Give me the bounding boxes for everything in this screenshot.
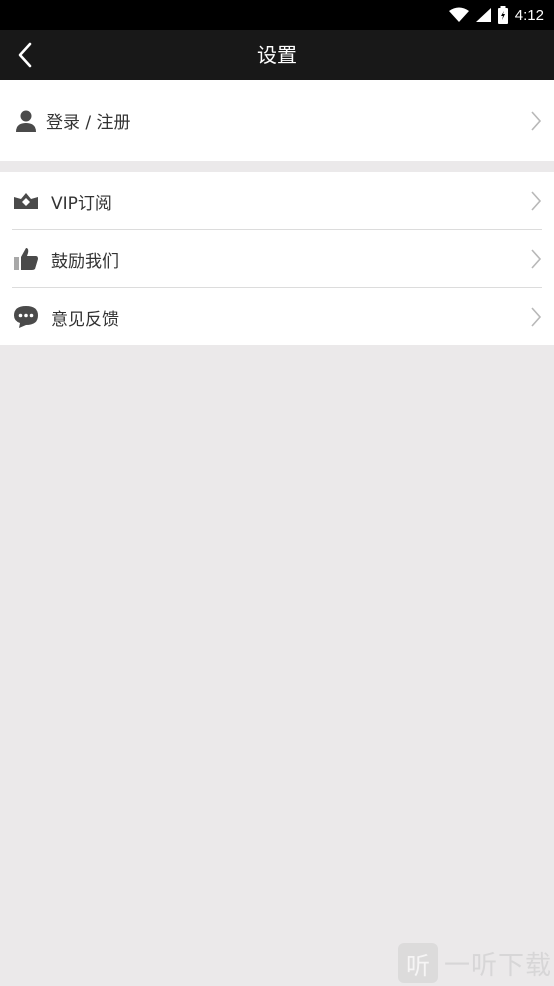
wifi-icon	[448, 7, 469, 22]
thumbs-up-icon	[12, 245, 40, 273]
battery-icon	[497, 6, 508, 24]
menu-item-feedback[interactable]: 意见反馈	[0, 288, 554, 346]
status-icons: 4:12	[448, 0, 544, 30]
menu-item-label: 意见反馈	[51, 309, 119, 330]
menu-item-vip[interactable]: VIP订阅	[0, 172, 554, 230]
chevron-right-icon	[528, 190, 544, 212]
login-register-row[interactable]: 登录 / 注册	[0, 80, 554, 161]
page-title: 设置	[257, 43, 297, 67]
watermark-text: 一听下载	[443, 950, 552, 981]
status-time: 4:12	[514, 6, 544, 24]
vip-crown-icon	[12, 187, 40, 215]
user-icon	[12, 107, 40, 135]
top-bar: 设置	[0, 30, 554, 80]
login-register-label: 登录 / 注册	[46, 113, 131, 133]
chevron-right-icon	[528, 110, 544, 132]
menu-section: VIP订阅 鼓励我们 意见反馈	[0, 172, 554, 345]
account-section: 登录 / 注册	[0, 80, 554, 161]
watermark: 听 一听下载	[397, 942, 552, 984]
chat-bubble-icon	[12, 303, 40, 331]
status-bar: 4:12	[0, 0, 554, 30]
menu-item-label: VIP订阅	[51, 193, 112, 214]
menu-item-encourage[interactable]: 鼓励我们	[0, 230, 554, 288]
menu-item-label: 鼓励我们	[51, 251, 119, 272]
cell-signal-icon	[475, 8, 491, 22]
watermark-logo: 听	[397, 943, 438, 983]
chevron-right-icon	[528, 248, 544, 270]
chevron-right-icon	[528, 306, 544, 328]
